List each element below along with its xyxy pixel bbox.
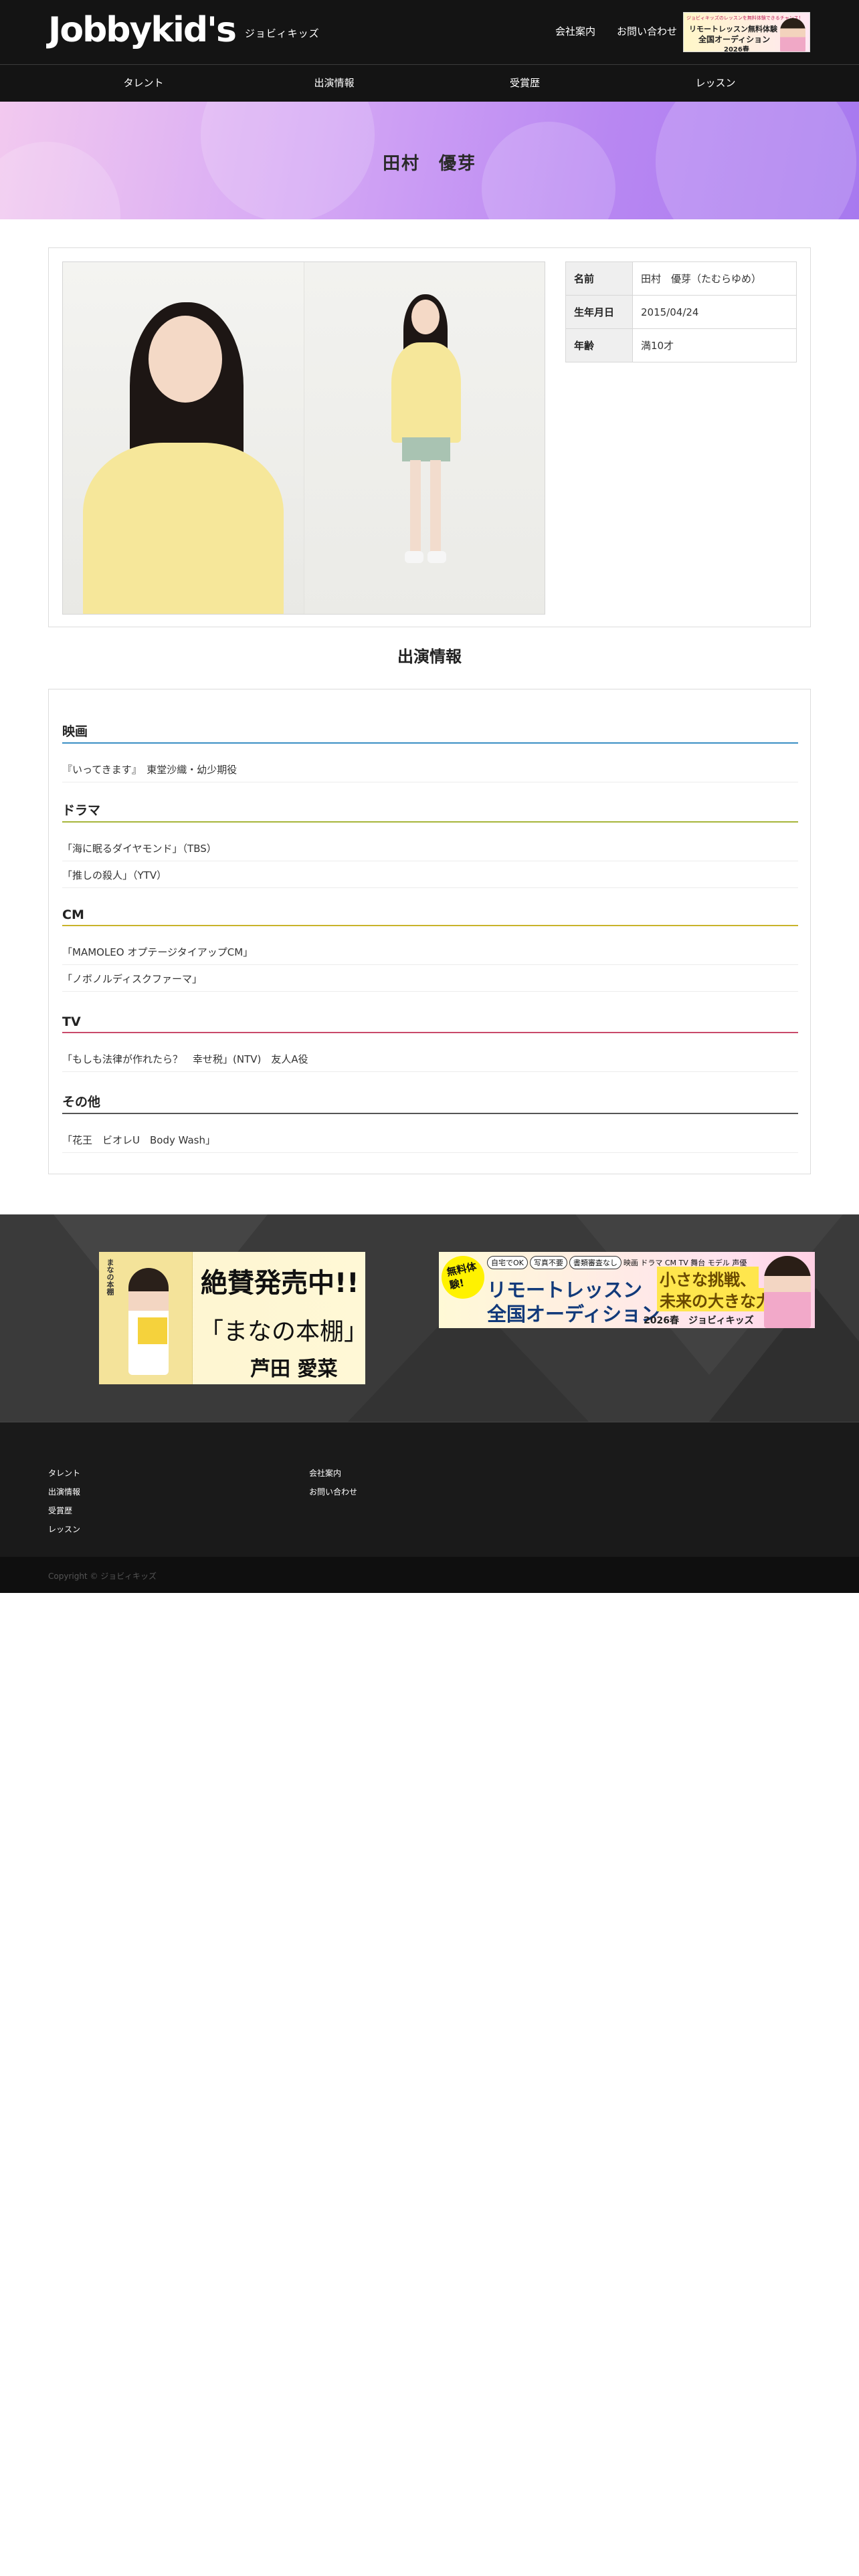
category-other: その他 「花王 ビオレU Body Wash」 <box>62 1092 798 1153</box>
lesson-banner-slogan1: 小さな挑戦、 <box>657 1267 759 1290</box>
footer-link-talent[interactable]: タレント <box>48 1464 80 1483</box>
footer-link-lessons[interactable]: レッスン <box>48 1520 80 1539</box>
footer-link-company[interactable]: 会社案内 <box>309 1464 357 1483</box>
category-heading: TV <box>62 1014 798 1033</box>
footer-nav-col2: 会社案内 お問い合わせ <box>309 1464 357 1501</box>
site-logo[interactable]: Jobbykid's ジョビィキッズ <box>48 9 320 51</box>
header-audition-banner[interactable]: ジョビィキッズのレッスンを無料体験できるチャンス！ リモートレッスン無料体験 全… <box>683 12 810 52</box>
book-cover-title: まなの本棚 <box>106 1259 114 1295</box>
footer-nav-col1: タレント 出演情報 受賞歴 レッスン <box>48 1464 80 1539</box>
profile-row-birthday: 生年月日 2015/04/24 <box>565 295 797 329</box>
header-link-company[interactable]: 会社案内 <box>555 24 595 38</box>
profile-label: 年齢 <box>565 328 633 362</box>
appearances-card: 映画 『いってきます』 東堂沙織・幼少期役 ドラマ 「海に眠るダイヤモンド」（T… <box>48 689 811 1174</box>
list-item: 「海に眠るダイヤモンド」（TBS） <box>62 835 798 861</box>
lesson-promo-banner[interactable]: 無料体験! 自宅でOK 写真不要 書類審査なし 映画 ドラマ CM TV 舞台 モデル… <box>439 1252 815 1328</box>
profile-photo-fullbody <box>304 262 545 614</box>
profile-label: 生年月日 <box>565 295 633 329</box>
free-trial-text: 無料体験! <box>446 1260 478 1292</box>
page-title: 田村 優芽 <box>382 154 476 174</box>
profile-value: 2015/04/24 <box>632 295 797 329</box>
logo-sub-text: ジョビィキッズ <box>244 27 320 39</box>
profile-label: 名前 <box>565 261 633 296</box>
list-item: 『いってきます』 東堂沙織・幼少期役 <box>62 756 798 782</box>
book-promo-banner[interactable]: まなの本棚 絶賛発売中!! 「まなの本棚」 芦田 愛菜 <box>99 1252 365 1384</box>
category-cm: CM 「MAMOLEO オプテージタイアップCM」 「ノボノルディスクファーマ」 <box>62 907 798 992</box>
page-hero: 田村 優芽 <box>0 102 859 219</box>
lesson-banner-slogan2: 未来の大きな力 <box>657 1288 775 1311</box>
profile-value: 田村 優芽（たむらゆめ） <box>632 261 797 296</box>
list-item: 「もしも法律が作れたら？ 幸せ税」(NTV) 友人A役 <box>62 1045 798 1072</box>
profile-photos <box>62 261 545 615</box>
list-item: 「ノボノルディスクファーマ」 <box>62 965 798 992</box>
lesson-tag: 書類審査なし <box>569 1256 622 1269</box>
book-banner-line2: 「まなの本棚」 <box>199 1318 365 1346</box>
copyright-text: Copyright © ジョビィキッズ <box>48 1572 157 1581</box>
lesson-tag: 写真不要 <box>529 1256 567 1269</box>
nav-item-lessons[interactable]: レッスン <box>620 65 811 102</box>
profile-photo-portrait <box>63 262 304 614</box>
header-link-contact[interactable]: お問い合わせ <box>617 24 677 38</box>
lesson-banner-main2: 全国オーディション <box>487 1303 660 1325</box>
list-item: 「MAMOLEO オプテージタイアップCM」 <box>62 938 798 965</box>
lesson-tag: 自宅でOK <box>487 1256 528 1269</box>
header-nav: 会社案内 お問い合わせ <box>555 24 677 38</box>
copyright-bar: Copyright © ジョビィキッズ <box>0 1557 859 1593</box>
category-heading: 映画 <box>62 722 798 744</box>
category-drama: ドラマ 「海に眠るダイヤモンド」（TBS） 「推しの殺人」（YTV） <box>62 800 798 888</box>
category-heading: ドラマ <box>62 800 798 823</box>
category-heading: その他 <box>62 1092 798 1114</box>
profile-card: 名前 田村 優芽（たむらゆめ） 生年月日 2015/04/24 年齢 満10才 <box>48 247 811 627</box>
header-banner-line3: 2026春 <box>724 46 749 52</box>
appearances-title: 出演情報 <box>397 647 462 666</box>
free-trial-badge: 無料体験! <box>439 1252 488 1303</box>
profile-table: 名前 田村 優芽（たむらゆめ） 生年月日 2015/04/24 年齢 満10才 <box>565 261 797 362</box>
header-banner-line1: リモートレッスン無料体験 <box>689 25 777 33</box>
footer-link-contact[interactable]: お問い合わせ <box>309 1483 357 1501</box>
nav-item-appearances[interactable]: 出演情報 <box>239 65 430 102</box>
book-banner-line1: 絶賛発売中!! <box>201 1268 359 1299</box>
category-heading: CM <box>62 907 798 926</box>
promo-banner-area: まなの本棚 絶賛発売中!! 「まなの本棚」 芦田 愛菜 無料体験! 自宅でOK 写… <box>0 1214 859 1422</box>
header-banner-girl-image <box>780 18 805 51</box>
lesson-banner-girl-image <box>764 1256 811 1328</box>
profile-value: 満10才 <box>632 328 797 362</box>
profile-row-age: 年齢 満10才 <box>565 328 797 362</box>
logo-main-text: Jobbykid's <box>48 10 237 50</box>
footer-link-appearances[interactable]: 出演情報 <box>48 1483 80 1501</box>
profile-row-name: 名前 田村 優芽（たむらゆめ） <box>565 261 797 296</box>
site-header: Jobbykid's ジョビィキッズ 会社案内 お問い合わせ ジョビィキッズのレ… <box>0 0 859 64</box>
nav-item-awards[interactable]: 受賞歴 <box>430 65 620 102</box>
main-nav: タレント 出演情報 受賞歴 レッスン <box>0 64 859 102</box>
book-cover-image: まなの本棚 <box>99 1252 193 1384</box>
category-movie: 映画 『いってきます』 東堂沙織・幼少期役 <box>62 722 798 782</box>
list-item: 「花王 ビオレU Body Wash」 <box>62 1126 798 1153</box>
footer-link-awards[interactable]: 受賞歴 <box>48 1501 80 1520</box>
category-tv: TV 「もしも法律が作れたら？ 幸せ税」(NTV) 友人A役 <box>62 1014 798 1072</box>
site-footer: タレント 出演情報 受賞歴 レッスン 会社案内 お問い合わせ <box>0 1422 859 1557</box>
lesson-banner-season: 2026春 ジョビィキッズ <box>644 1315 754 1326</box>
list-item: 「推しの殺人」（YTV） <box>62 861 798 888</box>
book-banner-line3: 芦田 愛菜 <box>250 1358 338 1381</box>
nav-item-talent[interactable]: タレント <box>48 65 239 102</box>
